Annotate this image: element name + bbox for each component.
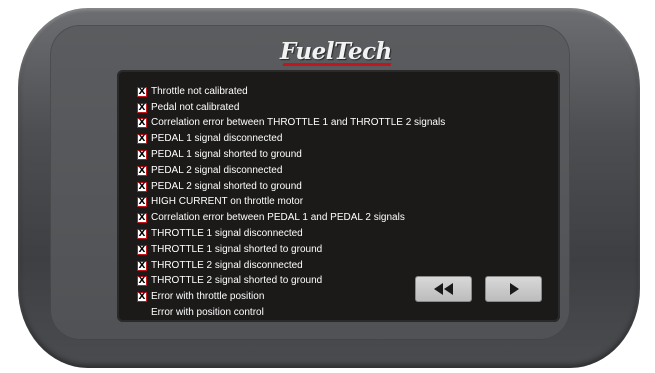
x-box-icon: X bbox=[137, 229, 147, 240]
previous-page-button[interactable] bbox=[415, 276, 472, 302]
error-label: Error with throttle position bbox=[151, 291, 265, 303]
error-row: X Error with throttle position bbox=[137, 289, 445, 305]
error-row: X HIGH CURRENT on throttle motor bbox=[137, 195, 445, 211]
x-box-icon: X bbox=[137, 102, 147, 113]
error-label: Error with position control bbox=[151, 307, 264, 319]
error-label: PEDAL 1 signal shorted to ground bbox=[151, 149, 302, 161]
play-icon bbox=[509, 283, 519, 295]
error-label: THROTTLE 2 signal shorted to ground bbox=[151, 275, 323, 287]
error-row: X THROTTLE 1 signal shorted to ground bbox=[137, 242, 445, 258]
error-label: PEDAL 2 signal shorted to ground bbox=[151, 180, 302, 192]
x-box-icon: X bbox=[137, 134, 147, 145]
x-box-icon: X bbox=[137, 197, 147, 208]
error-label: THROTTLE 2 signal disconnected bbox=[151, 259, 303, 271]
error-row: X PEDAL 2 signal disconnected bbox=[137, 163, 445, 179]
x-box-icon: X bbox=[137, 260, 147, 271]
fueltech-logo: FuelTech bbox=[280, 38, 392, 65]
x-box-icon: X bbox=[137, 165, 147, 176]
error-label: Pedal not calibrated bbox=[151, 101, 240, 113]
error-label: Correlation error between THROTTLE 1 and… bbox=[151, 117, 446, 129]
error-row: XError with position control bbox=[137, 305, 445, 321]
error-row: X PEDAL 1 signal shorted to ground bbox=[137, 147, 445, 163]
x-box-icon: X bbox=[137, 276, 147, 287]
error-row: X THROTTLE 2 signal shorted to ground bbox=[137, 274, 445, 290]
error-label: Correlation error between PEDAL 1 and PE… bbox=[151, 212, 405, 224]
error-row: X Correlation error between PEDAL 1 and P… bbox=[137, 210, 445, 226]
x-box-icon: X bbox=[137, 86, 147, 97]
error-row: X THROTTLE 2 signal disconnected bbox=[137, 258, 445, 274]
rewind-icon bbox=[433, 283, 453, 295]
error-label: Throttle not calibrated bbox=[151, 85, 248, 97]
x-box-icon: X bbox=[137, 118, 147, 129]
error-list: X Throttle not calibrated X Pedal not calib… bbox=[137, 84, 445, 321]
error-label: THROTTLE 1 signal shorted to ground bbox=[151, 243, 323, 255]
error-row: X Correlation error between THROTTLE 1 an… bbox=[137, 116, 445, 132]
error-row: X PEDAL 2 signal shorted to ground bbox=[137, 179, 445, 195]
x-box-icon: X bbox=[137, 150, 147, 161]
error-row: X Pedal not calibrated bbox=[137, 100, 445, 116]
error-label: PEDAL 1 signal disconnected bbox=[151, 133, 283, 145]
x-box-icon: X bbox=[137, 181, 147, 192]
x-box-icon: X bbox=[137, 292, 147, 303]
error-label: HIGH CURRENT on throttle motor bbox=[151, 196, 304, 208]
error-row: X PEDAL 1 signal disconnected bbox=[137, 131, 445, 147]
error-row: X Throttle not calibrated bbox=[137, 84, 445, 100]
error-row: X THROTTLE 1 signal disconnected bbox=[137, 226, 445, 242]
logo-underline bbox=[282, 63, 392, 66]
x-box-icon: X bbox=[137, 244, 147, 255]
x-box-icon: X bbox=[137, 213, 147, 224]
next-page-button[interactable] bbox=[485, 276, 542, 302]
error-label: THROTTLE 1 signal disconnected bbox=[151, 228, 303, 240]
error-label: PEDAL 2 signal disconnected bbox=[151, 164, 283, 176]
